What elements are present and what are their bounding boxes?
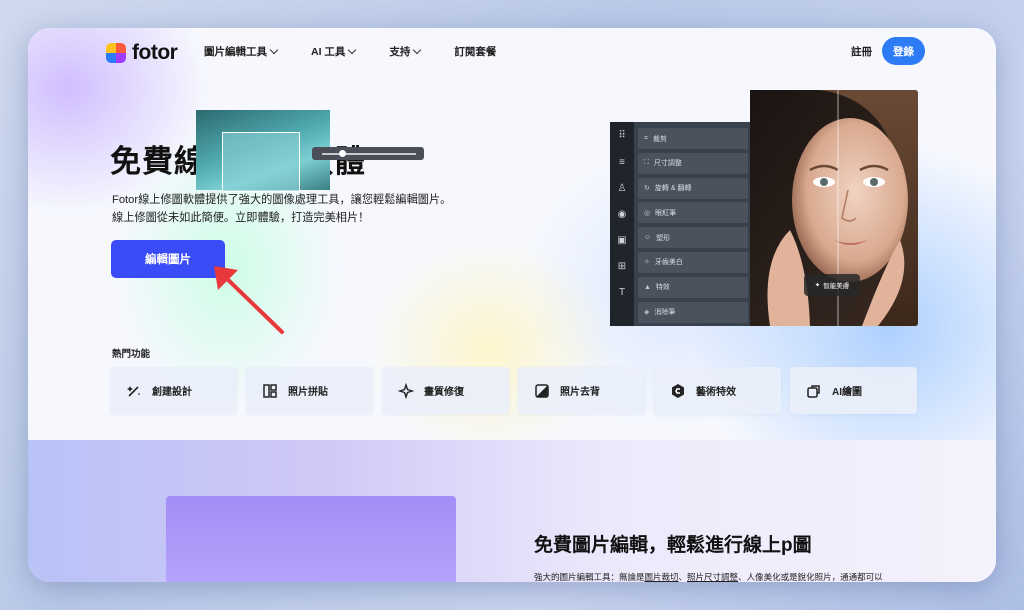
logo-text: fotor [132,41,178,64]
nav-support[interactable]: 支持 [389,44,422,59]
tool-eraser[interactable]: ◈ 消除筆 [638,301,748,323]
tool-label: 特效 [655,284,670,292]
feature-enhance[interactable]: 畫質修復 [382,367,509,414]
feature-label: 照片拼貼 [288,387,328,398]
crop-frame[interactable] [222,132,300,192]
fotor-logo-icon [106,43,126,63]
red-eye-icon: ◎ [644,209,651,217]
nav-pricing[interactable]: 訂閱套餐 [454,44,496,59]
tool-label: 眼紅筆 [655,209,677,217]
tool-label: 牙齒美白 [654,259,683,267]
chevron-down-icon [413,45,422,55]
hot-features-row: 創建設計 照片拼貼 畫質修復 照片去背 藝術特效 AI繪圖 [110,367,917,414]
feature-collage[interactable]: 照片拼貼 [246,367,373,414]
feature-label: AI繪圖 [832,387,862,398]
lower-section: 免費圖片編輯，輕鬆進行線上p圖 強大的圖片編輯工具：無論是圖片裁切、照片尺寸調整… [28,440,996,582]
section-text-prefix: 強大的圖片編輯工具：無論是 [534,572,645,582]
adjust-slider[interactable] [312,147,424,160]
resize-link[interactable]: 照片尺寸調整 [687,572,738,582]
editor-demo-card [166,496,456,582]
red-arrow-annotation [214,266,284,334]
hero-description: Fotor線上修圖軟體提供了強大的圖像處理工具，讓您輕鬆編輯圖片。 線上修圖從未… [112,191,451,227]
nav-label: 支持 [389,46,411,58]
tool-teeth-whiten[interactable]: ✧ 牙齒美白 [638,251,748,273]
hero-description-line: 線上修圖從未如此簡便。立即體驗，打造完美相片！ [112,212,370,224]
feature-remove-bg[interactable]: 照片去背 [518,367,645,414]
separator: 、 [678,572,688,582]
smart-beauty-label: 智能美膚 [823,283,850,290]
tool-rotate[interactable]: ↻ 旋轉 & 翻轉 [638,177,748,199]
feature-create-design[interactable]: 創建設計 [110,367,237,414]
tool-label: 尺寸調整 [653,160,682,168]
art-effect-icon [672,383,684,398]
nav-label: 訂閱套餐 [454,46,497,58]
hero-description-line: Fotor線上修圖軟體提供了強大的圖像處理工具，讓您輕鬆編輯圖片。 [112,194,452,206]
person-icon: ♙ [617,183,627,194]
nav-label: 圖片編輯工具 [204,46,267,58]
eraser-icon: ◈ [644,309,650,317]
teeth-icon: ✧ [644,259,650,267]
tool-label: 旋轉 & 翻轉 [654,185,692,193]
sparkle-icon: ✦ [814,282,821,289]
sparkle-enhance-icon [398,382,414,399]
nav-label: AI 工具 [311,46,346,58]
tool-red-eye[interactable]: ◎ 眼紅筆 [638,202,748,224]
editor-tool-list: ⌗ 裁剪 ⛶ 尺寸調整 ↻ 旋轉 & 翻轉 ◎ 眼紅筆 ☺ 塑形 ✧ 牙齒美白 ▲ 特效 ◈ 消… [638,128,748,326]
feature-label: 照片去背 [560,387,600,398]
grid-icon: ⠿ [618,130,626,141]
elements-icon: ⊞ [617,261,627,272]
rotate-icon: ↻ [644,185,650,193]
magic-wand-icon [127,385,140,397]
feature-art-effects[interactable]: 藝術特效 [654,367,781,414]
section-text-suffix: 、人像美化或是銳化照片，通通都可以 [738,572,883,582]
section-title: 免費圖片編輯，輕鬆進行線上p圖 [534,535,812,556]
effects-icon: ▲ [644,283,651,291]
fotor-logo[interactable]: fotor [106,41,178,65]
nav-ai-tools[interactable]: AI 工具 [311,44,357,59]
editor-preview-panel: ⠿ ≡ ♙ ◉ ▣ ⊞ T ⌗ 裁剪 ⛶ 尺寸調整 ↻ 旋轉 & 翻轉 ◎ 眼紅筆 ☺ 塑… [610,122,750,326]
nav-photo-editing-tools[interactable]: 圖片編輯工具 [204,44,279,59]
tool-reshape[interactable]: ☺ 塑形 [638,227,748,249]
feature-ai-draw[interactable]: AI繪圖 [790,367,917,414]
section-text: 強大的圖片編輯工具：無論是圖片裁切、照片尺寸調整、人像美化或是銳化照片，通通都可… [534,571,883,582]
tool-label: 塑形 [656,234,671,242]
register-link[interactable]: 註冊 [851,44,872,59]
frame-icon: ▣ [617,235,627,246]
crop-link[interactable]: 圖片裁切 [645,572,679,582]
tool-crop[interactable]: ⌗ 裁剪 [638,128,748,149]
feature-label: 藝術特效 [696,387,736,398]
hot-features-label: 熱門功能 [112,349,151,360]
feature-label: 畫質修復 [424,387,464,398]
login-button[interactable]: 登錄 [882,37,925,65]
hero-section: fotor 圖片編輯工具 AI 工具 支持 訂閱套餐 註冊 登錄 免費線上修圖軟… [28,28,996,440]
adjust-icon: ≡ [619,157,625,168]
tool-resize[interactable]: ⛶ 尺寸調整 [638,152,748,174]
smart-beauty-badge[interactable]: ✦ 智能美膚 [804,274,860,296]
slider-knob[interactable] [339,150,346,157]
tool-effects[interactable]: ▲ 特效 [638,276,748,298]
crop-icon: ⌗ [644,134,648,142]
remove-bg-icon [535,383,549,398]
reshape-icon: ☺ [644,234,652,242]
tool-label: 消除筆 [654,309,676,317]
text-icon: T [618,287,626,298]
ai-draw-icon [807,384,820,398]
chevron-down-icon [269,45,279,55]
collage-icon [263,383,277,398]
eye-icon: ◉ [617,209,627,220]
tool-label: 裁剪 [652,135,667,143]
main-nav: 圖片編輯工具 AI 工具 支持 訂閱套餐 [204,44,530,59]
slider-track [322,153,416,155]
browser-window: fotor 圖片編輯工具 AI 工具 支持 訂閱套餐 註冊 登錄 免費線上修圖軟… [28,28,996,582]
editor-icon-bar: ⠿ ≡ ♙ ◉ ▣ ⊞ T [610,122,634,326]
resize-icon: ⛶ [644,159,649,167]
feature-label: 創建設計 [152,387,192,398]
chevron-down-icon [348,45,357,55]
